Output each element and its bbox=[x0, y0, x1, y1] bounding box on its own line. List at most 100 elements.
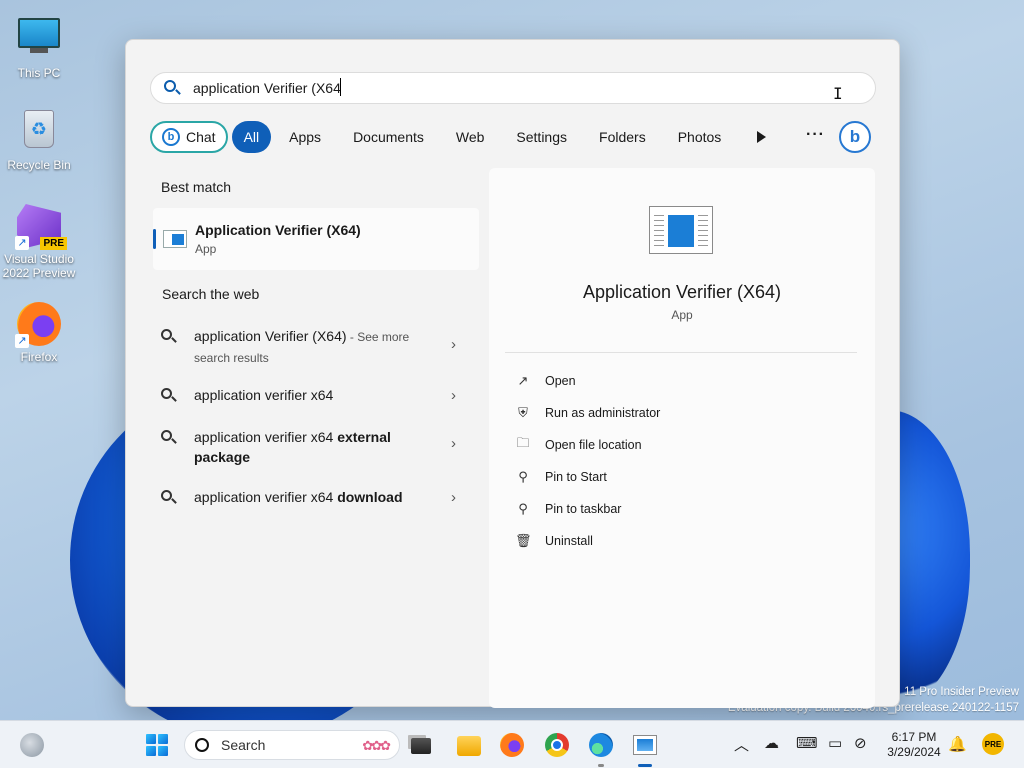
action-label: Pin to Start bbox=[545, 470, 607, 484]
search-icon bbox=[160, 429, 178, 447]
search-input[interactable] bbox=[193, 80, 793, 96]
search-web-heading: Search the web bbox=[162, 286, 260, 302]
text-caret bbox=[340, 78, 341, 96]
filter-chat[interactable]: b Chat bbox=[150, 121, 228, 153]
best-match-name: Application Verifier (X64) bbox=[195, 222, 361, 238]
firefox-icon[interactable] bbox=[500, 733, 524, 757]
chrome-icon[interactable] bbox=[545, 733, 569, 757]
recycle-bin-icon bbox=[17, 110, 61, 154]
action-open-file-location[interactable]: 🗀 Open file location bbox=[515, 435, 641, 455]
trash-icon: 🗑 bbox=[515, 533, 532, 548]
pin-icon: ⚲ bbox=[518, 469, 528, 484]
this-pc-icon bbox=[17, 18, 61, 62]
keyboard-icon[interactable]: ⌨ bbox=[796, 734, 818, 752]
onedrive-offline-icon[interactable]: ☁ bbox=[764, 734, 779, 752]
desktop-icon-label: Recycle Bin bbox=[7, 158, 71, 172]
pin-icon: ⚲ bbox=[518, 501, 528, 516]
action-label: Uninstall bbox=[545, 534, 593, 548]
application-verifier-taskbar-icon[interactable] bbox=[633, 735, 657, 755]
web-result-text: application Verifier (X64) bbox=[194, 328, 347, 344]
selection-indicator bbox=[153, 229, 156, 249]
visual-studio-icon: PRE ↗ bbox=[15, 204, 67, 250]
filter-label: Chat bbox=[186, 129, 216, 145]
file-explorer-icon[interactable] bbox=[457, 736, 481, 756]
search-icon bbox=[163, 79, 181, 97]
display-icon[interactable]: ▭ bbox=[828, 734, 842, 752]
action-label: Pin to taskbar bbox=[545, 502, 622, 516]
edge-icon[interactable] bbox=[589, 733, 613, 757]
best-match-heading: Best match bbox=[161, 179, 232, 195]
web-result-text: application verifier x64 bbox=[194, 387, 334, 403]
clock-time: 6:17 PM bbox=[891, 730, 937, 744]
best-match-type: App bbox=[195, 242, 217, 256]
filter-settings[interactable]: Settings bbox=[502, 121, 581, 153]
notification-bell-icon[interactable]: 🔔 bbox=[948, 735, 967, 753]
task-view-icon[interactable] bbox=[411, 738, 431, 754]
action-run-as-administrator[interactable]: ⛨ Run as administrator bbox=[515, 403, 660, 423]
chevron-up-icon[interactable]: ︿ bbox=[734, 734, 749, 755]
widgets-weather-icon[interactable] bbox=[20, 733, 44, 757]
web-result-bold-text: download bbox=[337, 489, 403, 505]
web-result-text: application verifier x64 bbox=[194, 429, 338, 445]
bing-button[interactable]: b bbox=[839, 121, 871, 153]
insider-preview-badge[interactable]: PRE bbox=[982, 733, 1004, 755]
desktop-icon-visual-studio[interactable]: PRE ↗ Visual Studio 2022 Preview bbox=[0, 204, 78, 280]
web-result-item[interactable]: application Verifier (X64) - See more se… bbox=[160, 326, 466, 368]
web-result-item[interactable]: application verifier x64 › bbox=[160, 385, 466, 405]
web-result-text: application verifier x64 bbox=[194, 489, 338, 505]
clock-date: 3/29/2024 bbox=[887, 745, 941, 759]
taskbar-search-label: Search bbox=[221, 737, 266, 753]
action-open[interactable]: ↗ Open bbox=[515, 371, 576, 391]
search-highlight-blossom-icon: ✿✿✿ bbox=[362, 738, 391, 753]
detail-app-type: App bbox=[671, 308, 693, 322]
watermark-edition: 11 Pro Insider Preview bbox=[904, 686, 1019, 698]
network-sound-icon[interactable]: ⊘ bbox=[854, 734, 867, 752]
firefox-icon: ↗ bbox=[15, 302, 61, 348]
text-cursor-icon: I bbox=[833, 84, 843, 103]
action-label: Open bbox=[545, 374, 576, 388]
search-box[interactable] bbox=[150, 72, 876, 104]
desktop-icon-label: Firefox bbox=[20, 350, 58, 364]
best-match-result[interactable]: Application Verifier (X64) App bbox=[153, 208, 479, 270]
desktop-icon-recycle-bin[interactable]: Recycle Bin bbox=[0, 108, 78, 172]
folder-icon: 🗀 bbox=[516, 435, 530, 450]
application-verifier-icon bbox=[649, 206, 713, 254]
more-filters-play-icon[interactable] bbox=[752, 128, 770, 146]
divider bbox=[505, 352, 857, 353]
desktop-icon-label: Visual Studio 2022 Preview bbox=[2, 252, 76, 280]
filter-bar: b Chat All Apps Documents Web Settings F… bbox=[150, 120, 735, 154]
desktop-icon-label: This PC bbox=[17, 66, 61, 80]
filter-web[interactable]: Web bbox=[442, 121, 499, 153]
search-icon bbox=[160, 328, 178, 346]
action-label: Run as administrator bbox=[545, 406, 661, 420]
result-detail-pane: Application Verifier (X64) App ↗ Open ⛨ … bbox=[489, 168, 875, 708]
bing-chat-icon: b bbox=[162, 128, 180, 146]
desktop-icon-firefox[interactable]: ↗ Firefox bbox=[0, 302, 78, 364]
web-result-item[interactable]: application verifier x64 download › bbox=[160, 487, 466, 507]
desktop-icon-this-pc[interactable]: This PC bbox=[0, 12, 78, 80]
action-pin-to-start[interactable]: ⚲ Pin to Start bbox=[515, 467, 607, 487]
chevron-right-icon: › bbox=[451, 387, 456, 404]
system-clock[interactable]: 6:17 PM 3/29/2024 bbox=[886, 730, 942, 760]
running-indicator bbox=[598, 764, 604, 767]
filter-apps[interactable]: Apps bbox=[275, 121, 335, 153]
shield-icon: ⛨ bbox=[518, 405, 528, 420]
filter-photos[interactable]: Photos bbox=[664, 121, 736, 153]
filter-folders[interactable]: Folders bbox=[585, 121, 660, 153]
start-button[interactable] bbox=[145, 733, 169, 757]
search-icon bbox=[160, 387, 178, 405]
filter-all[interactable]: All bbox=[231, 121, 272, 153]
detail-app-name: Application Verifier (X64) bbox=[582, 282, 782, 302]
more-options-button[interactable]: ··· bbox=[806, 126, 825, 144]
open-external-icon: ↗ bbox=[517, 373, 529, 388]
action-uninstall[interactable]: 🗑 Uninstall bbox=[515, 531, 593, 551]
search-icon bbox=[195, 738, 209, 752]
chevron-right-icon: › bbox=[451, 336, 456, 353]
filter-documents[interactable]: Documents bbox=[339, 121, 438, 153]
application-verifier-icon bbox=[163, 230, 187, 248]
start-search-panel: b Chat All Apps Documents Web Settings F… bbox=[125, 39, 900, 708]
chevron-right-icon: › bbox=[451, 489, 456, 506]
action-pin-to-taskbar[interactable]: ⚲ Pin to taskbar bbox=[515, 499, 621, 519]
taskbar-search-box[interactable]: Search ✿✿✿ bbox=[184, 730, 400, 760]
web-result-item[interactable]: application verifier x64 external packag… bbox=[160, 427, 466, 467]
